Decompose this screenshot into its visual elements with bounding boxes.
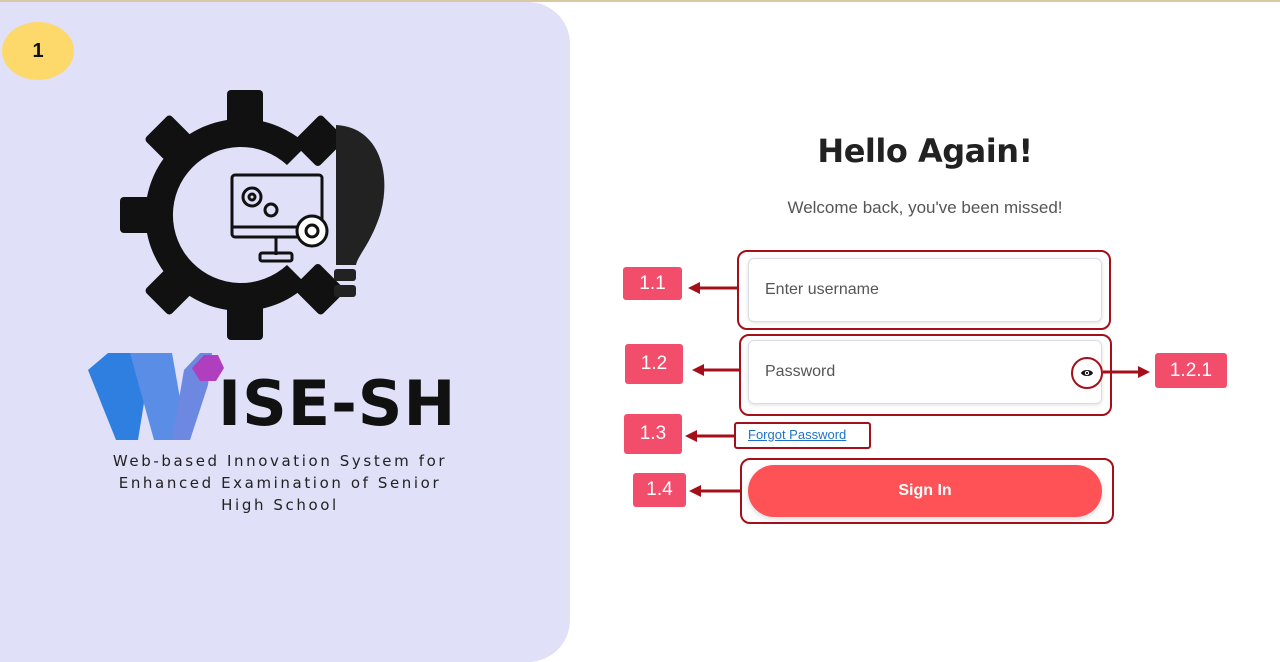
annotation-arrows [685,282,1150,497]
